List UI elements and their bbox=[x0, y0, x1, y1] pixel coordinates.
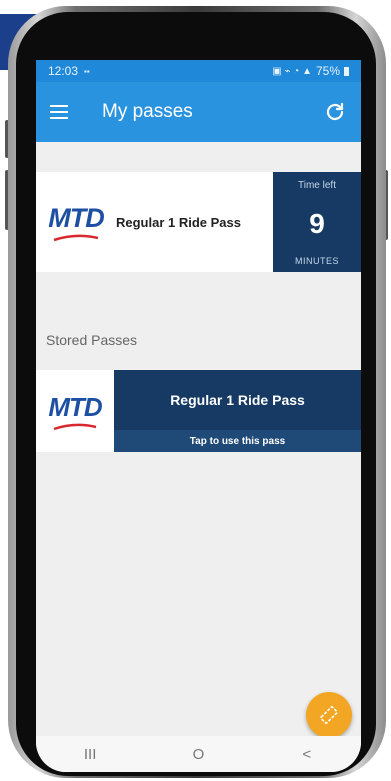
tap-to-use-button[interactable]: Tap to use this pass bbox=[114, 430, 361, 452]
battery-percent: 75% bbox=[315, 64, 340, 78]
active-pass-card[interactable]: MTD Regular 1 Ride Pass Time left 9 MINU… bbox=[36, 172, 361, 272]
refresh-icon[interactable] bbox=[323, 100, 347, 124]
status-icons: ▣ ⌁ ◔ ▲ 75% bbox=[272, 64, 349, 78]
app-bar: My passes bbox=[36, 82, 361, 142]
mtd-logo-text: MTD bbox=[48, 391, 102, 422]
home-button[interactable]: O bbox=[178, 746, 218, 763]
time-left-label: Time left bbox=[298, 180, 336, 191]
hamburger-menu-icon[interactable] bbox=[50, 105, 68, 119]
status-notification-icon: ▪▪ bbox=[84, 66, 90, 76]
recents-button[interactable]: III bbox=[70, 746, 110, 763]
stored-pass-card[interactable]: MTD Regular 1 Ride Pass Tap to use this … bbox=[36, 370, 361, 452]
time-left-unit: MINUTES bbox=[295, 256, 339, 266]
time-left-box: Time left 9 MINUTES bbox=[273, 172, 361, 272]
phone-screen: 12:03 ▪▪ ▣ ⌁ ◔ ▲ 75% My passes MTD Regul… bbox=[36, 60, 361, 772]
stored-pass-name: Regular 1 Ride Pass bbox=[170, 392, 305, 408]
mtd-logo-text: MTD bbox=[48, 202, 104, 233]
mtd-logo-swoosh-icon bbox=[53, 423, 97, 430]
status-bar: 12:03 ▪▪ ▣ ⌁ ◔ ▲ 75% bbox=[36, 60, 361, 82]
page-title: My passes bbox=[102, 101, 193, 122]
mtd-logo-swoosh-icon bbox=[53, 234, 99, 241]
ticket-fab-button[interactable] bbox=[306, 692, 352, 738]
active-pass-name: Regular 1 Ride Pass bbox=[116, 214, 241, 230]
ticket-icon bbox=[320, 706, 338, 724]
battery-icon bbox=[344, 66, 349, 76]
mtd-logo: MTD bbox=[36, 172, 116, 272]
status-time: 12:03 bbox=[48, 64, 79, 78]
stored-passes-heading: Stored Passes bbox=[46, 332, 138, 348]
android-nav-bar: III O < bbox=[36, 736, 361, 772]
stored-pass-details: Regular 1 Ride Pass Tap to use this pass bbox=[114, 370, 361, 452]
mtd-logo: MTD bbox=[36, 370, 114, 452]
back-button[interactable]: < bbox=[287, 746, 327, 763]
time-left-value: 9 bbox=[309, 207, 325, 239]
signal-icons: ▣ ⌁ ◔ ▲ bbox=[272, 65, 312, 77]
